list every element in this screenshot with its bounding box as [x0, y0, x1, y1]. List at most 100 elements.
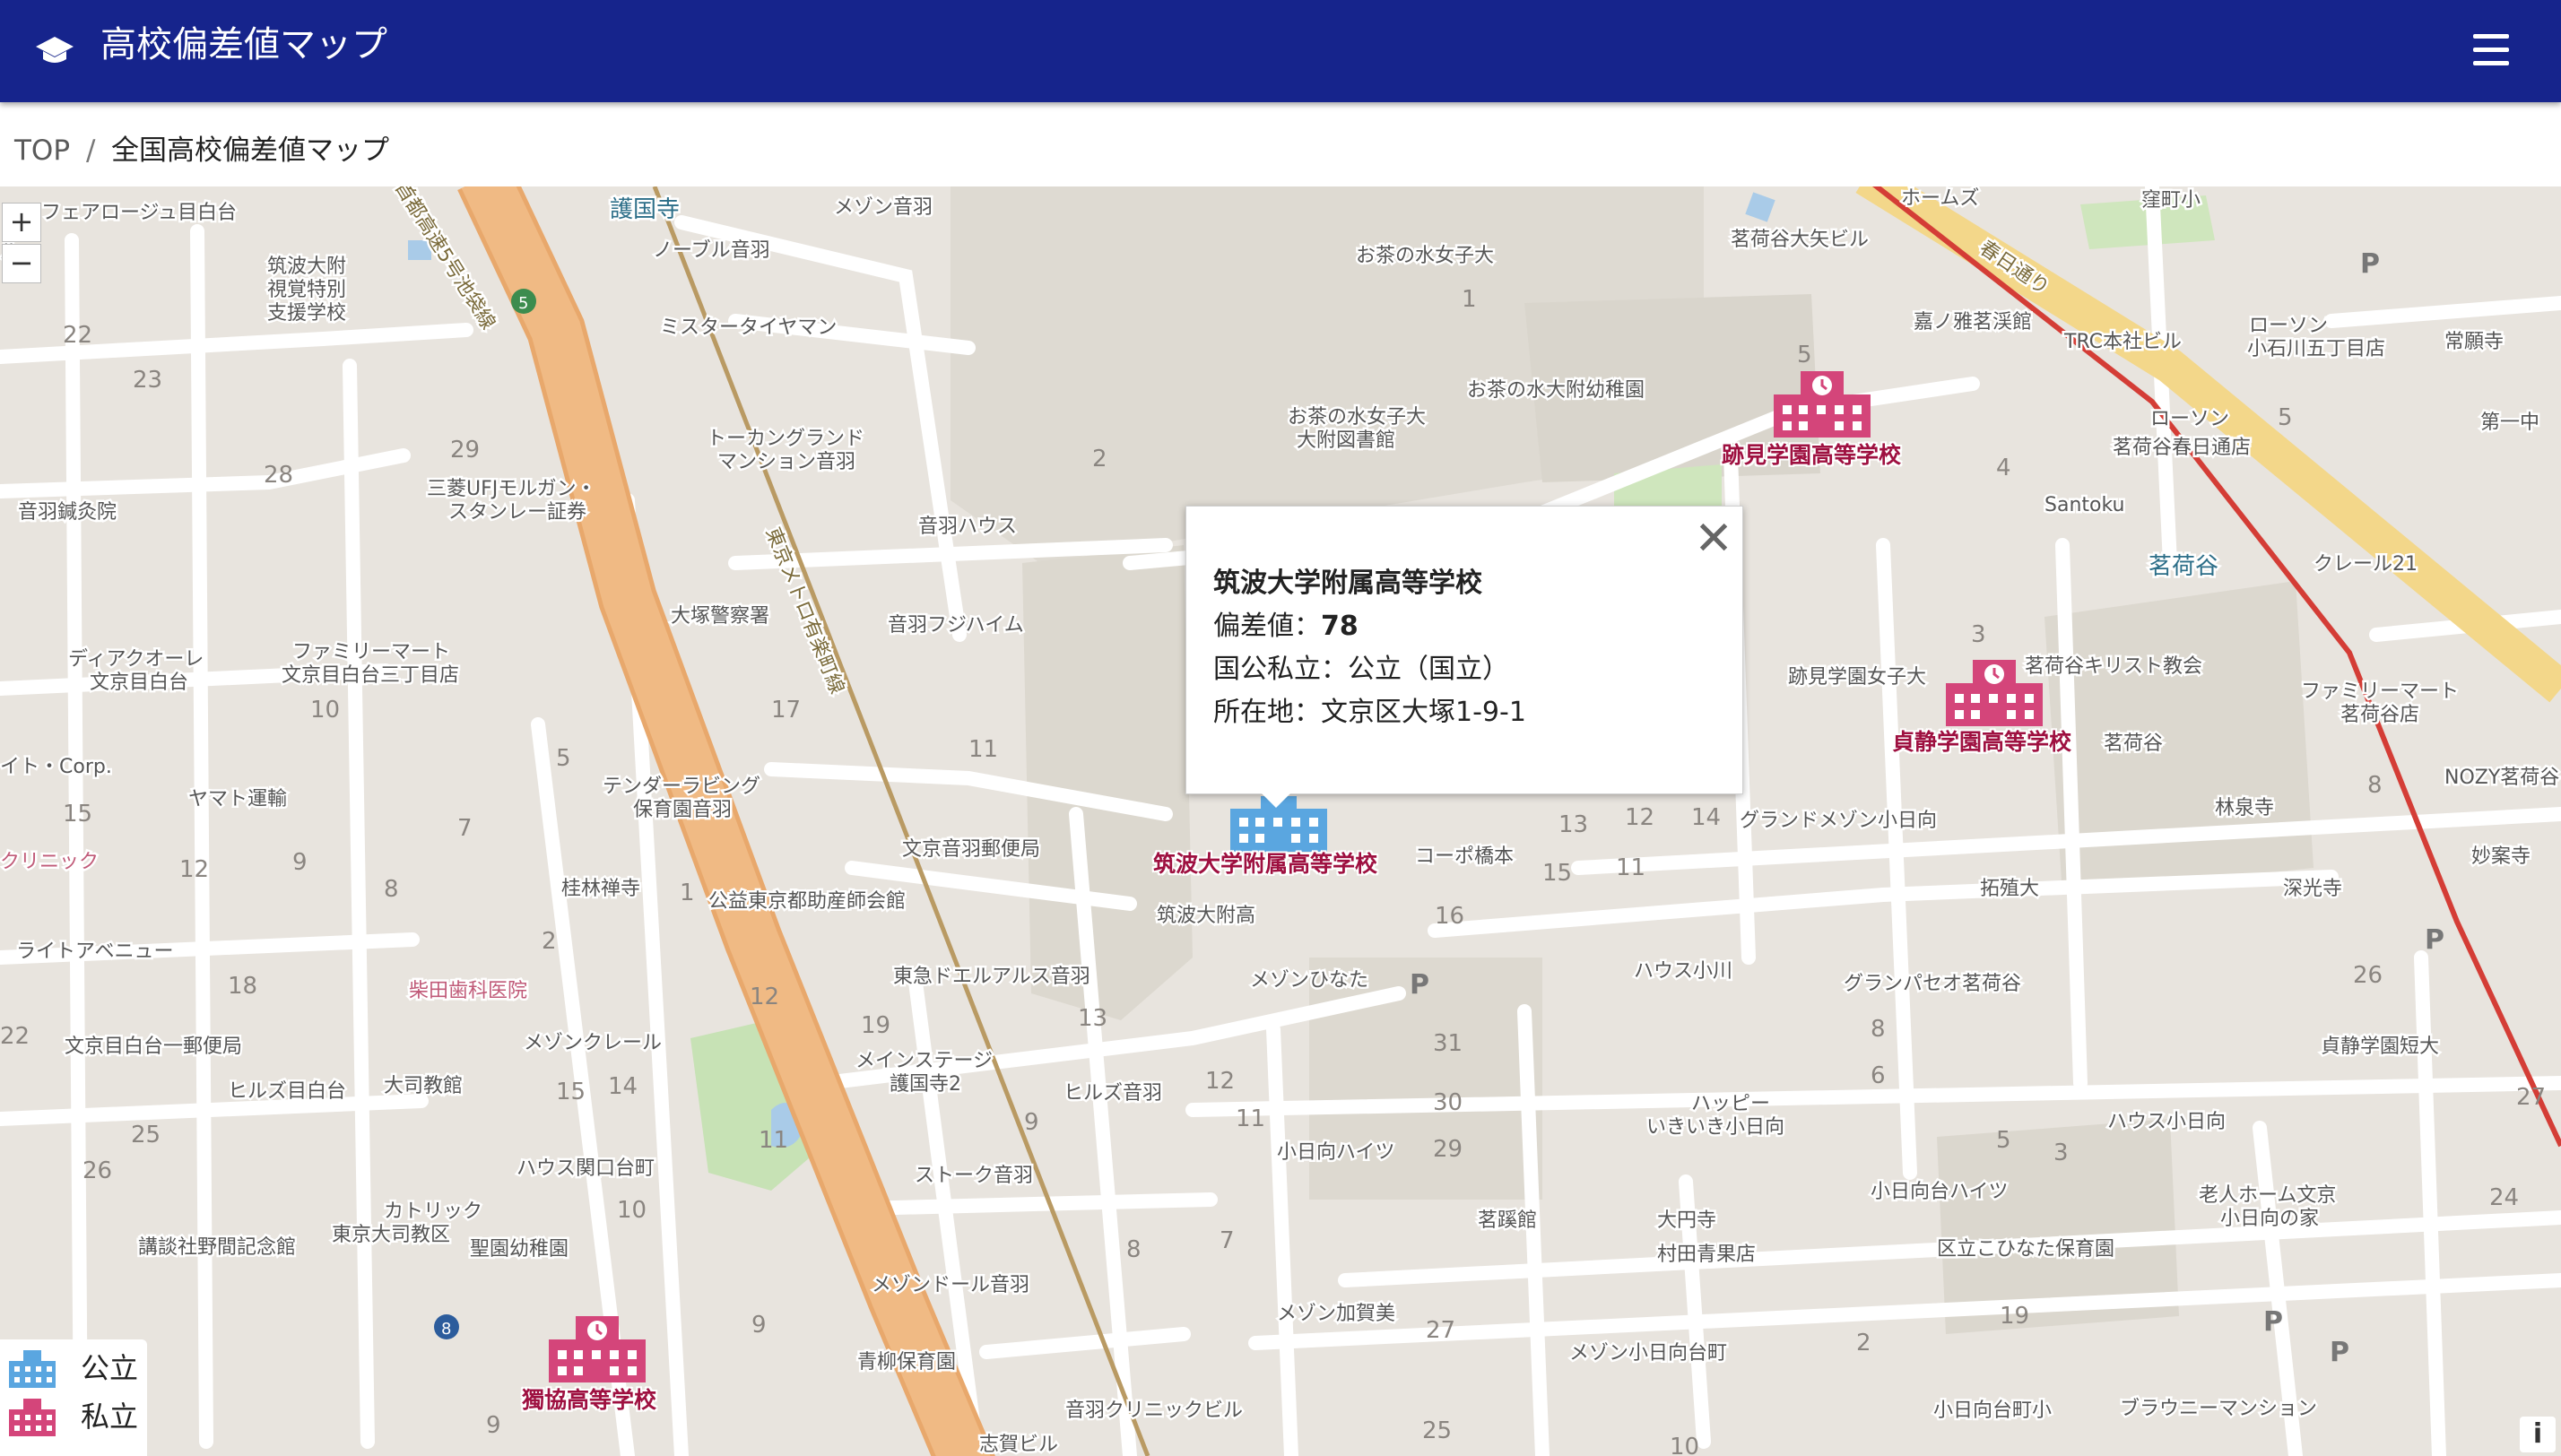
school-marker-private[interactable] — [1942, 654, 2046, 726]
breadcrumb-separator: / — [86, 134, 96, 167]
popup-deviation-value: 78 — [1321, 611, 1359, 642]
place-label: ディアクオーレ — [68, 648, 204, 671]
place-label: メインステージ — [855, 1050, 993, 1072]
svg-text:P: P — [1410, 969, 1429, 1001]
place-label: 老人ホーム文京 — [2199, 1184, 2336, 1207]
place-label: フェアロージュ目白台 — [41, 202, 237, 224]
svg-text:P: P — [2330, 1337, 2349, 1368]
place-label: ヤマト運輸 — [188, 788, 287, 810]
school-marker-label[interactable]: 貞静学園高等学校 — [1892, 724, 2071, 757]
place-label: ヒルズ目白台 — [228, 1080, 346, 1103]
place-label: ハウス関口台町 — [517, 1157, 655, 1180]
svg-text:5: 5 — [1797, 342, 1812, 368]
school-building-icon — [9, 1350, 56, 1388]
map-legend: 公立 私立 — [0, 1339, 147, 1456]
info-icon[interactable]: i — [2520, 1417, 2556, 1452]
place-label: メゾン音羽 — [834, 196, 933, 219]
place-label: ホームズ — [1901, 187, 1979, 210]
place-label: 筑波大附 — [267, 256, 346, 278]
place-label: クリニック — [0, 851, 99, 873]
svg-text:14: 14 — [1691, 804, 1721, 831]
place-label: 護国寺 — [610, 196, 680, 223]
school-building-icon — [9, 1399, 56, 1436]
place-label: 妙案寺 — [2471, 845, 2531, 868]
place-label: NOZY茗荷谷 — [2444, 767, 2559, 789]
place-label: ノーブル音羽 — [653, 239, 770, 262]
breadcrumb-home-link[interactable]: TOP — [14, 133, 70, 169]
place-label: 東京大司教区 — [332, 1224, 450, 1246]
svg-text:11: 11 — [968, 736, 998, 763]
popup-school-type: 国公私立：公立（国立） — [1213, 654, 1509, 685]
svg-text:3: 3 — [2053, 1140, 2069, 1166]
place-label: お茶の水女子大 — [1288, 406, 1426, 429]
place-label: ミスタータイヤマン — [660, 316, 837, 339]
popup-address: 所在地：文京区大塚1-9-1 — [1213, 697, 1526, 728]
svg-text:31: 31 — [1433, 1030, 1463, 1057]
svg-text:12: 12 — [1205, 1068, 1235, 1095]
svg-text:12: 12 — [1625, 804, 1654, 831]
school-marker-private[interactable] — [1770, 366, 1874, 438]
school-marker-label[interactable]: 筑波大学附属高等学校 — [1153, 846, 1377, 879]
place-label: ハウス小川 — [1634, 960, 1732, 983]
place-label: 貞静学園短大 — [2321, 1036, 2439, 1058]
zoom-in-button[interactable]: + — [2, 203, 41, 242]
legend-label: 私立 — [81, 1400, 139, 1434]
place-label: スタンレー証券 — [448, 501, 586, 524]
place-label: メゾンドール音羽 — [872, 1274, 1029, 1296]
svg-text:8: 8 — [2367, 772, 2383, 799]
svg-text:7: 7 — [1220, 1227, 1235, 1254]
svg-text:26: 26 — [82, 1157, 112, 1184]
place-label: 区立こひなた保育園 — [1937, 1238, 2114, 1261]
place-label: 小日向ハイツ — [1277, 1141, 1395, 1164]
svg-text:13: 13 — [1078, 1005, 1107, 1032]
place-label: ハッピー — [1691, 1093, 1770, 1115]
legend-item-private: 私立 — [7, 1393, 147, 1440]
svg-text:10: 10 — [310, 697, 340, 724]
map-canvas[interactable]: 護国寺 メゾン音羽 フェアロージュ目白台 筑波大附 視覚特別 支援学校 ノーブル… — [0, 186, 2561, 1456]
graduation-cap-icon[interactable] — [34, 30, 75, 71]
place-label: 講談社野間記念館 — [138, 1236, 296, 1259]
school-marker-label[interactable]: 獨協高等学校 — [522, 1382, 656, 1415]
school-info-popup: ✕ 筑波大学附属高等学校 偏差値：78 国公私立：公立（国立） 所在地：文京区大… — [1185, 506, 1743, 808]
popup-school-name: 筑波大学附属高等学校 — [1213, 568, 1482, 599]
place-label: 大司教館 — [384, 1075, 463, 1097]
place-label: 音羽ハウス — [918, 516, 1017, 538]
svg-text:10: 10 — [1670, 1434, 1699, 1456]
app-title[interactable]: 高校偏差値マップ — [100, 22, 387, 68]
svg-text:9: 9 — [486, 1412, 501, 1439]
place-label: ブラウニーマンション — [2120, 1398, 2317, 1420]
svg-text:22: 22 — [63, 322, 92, 349]
place-label: 視覚特別 — [267, 279, 346, 301]
place-label: ハウス小日向 — [2107, 1111, 2226, 1133]
place-label: メゾンひなた — [1250, 969, 1368, 992]
school-marker-label[interactable]: 跡見学園高等学校 — [1722, 438, 1901, 470]
place-label: 茗荷谷店 — [2340, 704, 2419, 726]
place-label: 常願寺 — [2444, 331, 2504, 353]
svg-text:5: 5 — [556, 745, 571, 772]
place-label: お茶の水大附幼稚園 — [1467, 379, 1645, 402]
svg-text:16: 16 — [1435, 903, 1464, 930]
hamburger-menu-icon[interactable] — [2471, 32, 2511, 68]
breadcrumb: TOP / 全国高校偏差値マップ — [0, 102, 2561, 186]
zoom-out-button[interactable]: − — [2, 244, 41, 283]
place-label: メゾン加賀美 — [1277, 1303, 1395, 1325]
place-label: 志賀ビル — [979, 1434, 1058, 1456]
svg-text:8: 8 — [1871, 1016, 1886, 1043]
place-label: お茶の水女子大 — [1356, 245, 1494, 267]
place-label: イト・Corp. — [0, 756, 112, 778]
place-label: 拓殖大 — [1980, 878, 2039, 900]
place-label: マンション音羽 — [717, 451, 855, 473]
place-label: 公益東京都助産師会館 — [708, 890, 906, 913]
place-label: 深光寺 — [2283, 878, 2342, 900]
place-label: 茗蹊館 — [1478, 1209, 1537, 1232]
svg-text:8: 8 — [1126, 1236, 1142, 1263]
place-label: カトリック — [384, 1200, 482, 1223]
school-marker-private[interactable] — [545, 1311, 649, 1382]
place-label: 聖園幼稚園 — [470, 1238, 569, 1261]
svg-text:9: 9 — [1024, 1109, 1039, 1136]
popup-deviation: 偏差値：78 — [1213, 609, 1359, 645]
close-icon[interactable]: ✕ — [1694, 516, 1733, 562]
svg-text:17: 17 — [771, 697, 801, 724]
svg-text:1: 1 — [680, 880, 695, 906]
svg-text:6: 6 — [1871, 1062, 1886, 1089]
